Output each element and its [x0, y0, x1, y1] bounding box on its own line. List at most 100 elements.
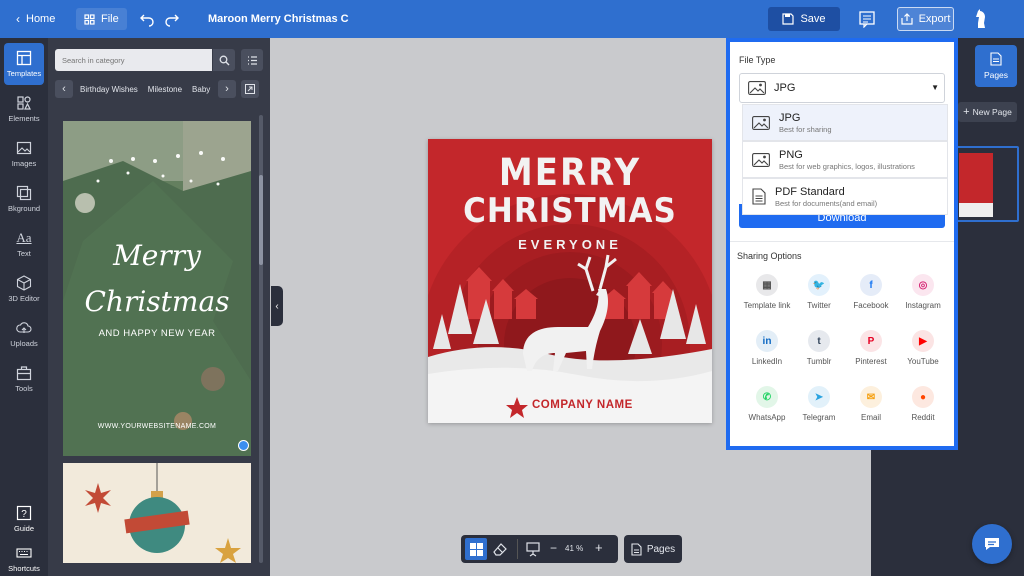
left-rail: Templates Elements Images Bkground Aa Te…	[0, 38, 48, 576]
comments-icon[interactable]	[858, 10, 876, 33]
design-everyone[interactable]: EVERYONE	[428, 237, 712, 252]
zoom-level[interactable]: 41 %	[565, 544, 583, 553]
rail-item-background[interactable]: Bkground	[0, 178, 48, 220]
option-title: PDF Standard	[775, 186, 877, 198]
chip-milestone[interactable]: Milestone	[148, 85, 182, 94]
card1-title-line2: Christmas	[63, 285, 251, 318]
rail-item-text[interactable]: Aa Text	[0, 223, 48, 265]
file-menu-button[interactable]: File	[76, 8, 127, 30]
image-file-icon	[748, 81, 766, 95]
rail-item-elements[interactable]: Elements	[0, 88, 48, 130]
redo-icon[interactable]	[164, 11, 180, 32]
shortcuts-button[interactable]: Shortcuts	[0, 538, 48, 576]
share-pinterest-button[interactable]: PPinterest	[841, 330, 901, 380]
design-merry[interactable]: MERRY	[428, 151, 712, 195]
search-button[interactable]	[213, 49, 235, 71]
pages-toggle-button[interactable]: Pages	[624, 535, 682, 563]
share-label: Pinterest	[855, 357, 887, 366]
share-telegram-button[interactable]: ➤Telegram	[789, 386, 849, 436]
chips-next-button[interactable]: ›	[218, 80, 236, 98]
home-button[interactable]: ‹ Home	[16, 12, 55, 26]
images-icon	[16, 140, 32, 156]
document-title[interactable]: Maroon Merry Christmas C	[208, 13, 349, 25]
share-label: YouTube	[907, 357, 938, 366]
rail-item-images[interactable]: Images	[0, 133, 48, 175]
save-button[interactable]: Save	[768, 7, 840, 31]
design-christmas[interactable]: CHRISTMAS	[428, 191, 712, 231]
share-linkedin-button[interactable]: inLinkedIn	[737, 330, 797, 380]
design-company-name[interactable]: COMPANY NAME	[532, 399, 652, 411]
collapse-panel-button[interactable]: ‹	[271, 286, 283, 326]
chips-prev-button[interactable]: ‹	[55, 80, 73, 98]
guide-label: Guide	[14, 524, 34, 533]
template-card-merry-christmas[interactable]: Merry Christmas AND HAPPY NEW YEAR WWW.Y…	[63, 121, 251, 456]
new-page-button[interactable]: + New Page	[958, 102, 1017, 122]
chip-baby[interactable]: Baby	[192, 85, 210, 94]
chip-birthday-wishes[interactable]: Birthday Wishes	[80, 85, 138, 94]
elements-icon	[16, 95, 32, 111]
zoom-in-button[interactable]: +	[595, 540, 603, 555]
rail-item-templates[interactable]: Templates	[4, 43, 44, 85]
background-icon	[16, 185, 32, 201]
search-input[interactable]	[55, 49, 212, 71]
sharing-options-label: Sharing Options	[737, 251, 802, 261]
option-subtitle: Best for documents(and email)	[775, 199, 877, 208]
document-icon	[752, 188, 766, 205]
file-label: File	[101, 13, 119, 25]
share-facebook-button[interactable]: fFacebook	[841, 274, 901, 324]
share-whatsapp-button[interactable]: ✆WhatsApp	[737, 386, 797, 436]
template-scrollbar[interactable]	[259, 115, 263, 563]
template-link-icon: ▦	[756, 274, 778, 296]
share-template-link-button[interactable]: ▦ Template link	[737, 274, 797, 324]
premium-badge-icon	[238, 440, 249, 451]
image-file-icon	[752, 116, 770, 130]
share-email-button[interactable]: ✉ Email	[841, 386, 901, 436]
tumblr-icon: t	[808, 330, 830, 352]
rail-item-3d-editor[interactable]: 3D Editor	[0, 268, 48, 310]
export-panel: File Type JPG ▼ Download JPGBest for sha…	[726, 38, 958, 450]
email-icon: ✉	[860, 386, 882, 408]
share-youtube-button[interactable]: ▶YouTube	[893, 330, 953, 380]
share-label: Facebook	[853, 301, 888, 310]
rail-label: 3D Editor	[8, 294, 39, 303]
template-card-ornament[interactable]	[63, 463, 251, 563]
rail-item-uploads[interactable]: Uploads	[0, 313, 48, 355]
zoom-out-button[interactable]: −	[550, 541, 557, 555]
new-page-label: New Page	[973, 107, 1012, 117]
pages-tab[interactable]: Pages	[975, 45, 1017, 87]
grid-icon	[84, 14, 95, 25]
file-type-option-pdf[interactable]: PDF StandardBest for documents(and email…	[742, 178, 948, 215]
page-thumbnail-image	[959, 153, 993, 217]
list-view-button[interactable]	[241, 49, 263, 71]
file-type-select[interactable]: JPG ▼	[739, 73, 945, 103]
chess-knight-icon[interactable]	[974, 8, 988, 35]
undo-icon[interactable]	[139, 11, 155, 32]
page-thumbnail-1[interactable]	[951, 146, 1019, 222]
tools-icon	[16, 365, 32, 381]
expand-button[interactable]	[241, 80, 259, 98]
share-tumblr-button[interactable]: tTumblr	[789, 330, 849, 380]
eraser-icon[interactable]	[492, 541, 508, 562]
chevron-left-icon: ‹	[62, 83, 66, 95]
rail-item-tools[interactable]: Tools	[0, 358, 48, 400]
export-button[interactable]: Export	[897, 7, 954, 31]
share-label: Email	[861, 413, 881, 422]
card1-subtitle: AND HAPPY NEW YEAR	[63, 328, 251, 339]
share-twitter-button[interactable]: 🐦Twitter	[789, 274, 849, 324]
share-reddit-button[interactable]: ●Reddit	[893, 386, 953, 436]
design-page[interactable]: MERRY CHRISTMAS EVERYONE COMPANY NAME	[428, 139, 712, 423]
guide-button[interactable]: ? Guide	[0, 498, 48, 540]
share-label: WhatsApp	[749, 413, 786, 422]
grid-view-button[interactable]	[465, 538, 487, 560]
chat-icon	[983, 536, 1001, 552]
share-label: Template link	[744, 301, 791, 310]
sharing-grid: ▦ Template link🐦TwitterfFacebook◎Instagra…	[730, 270, 954, 440]
chat-support-button[interactable]	[972, 524, 1012, 564]
share-label: Instagram	[905, 301, 941, 310]
present-icon[interactable]	[525, 541, 541, 562]
file-type-option-png[interactable]: PNGBest for web graphics, logos, illustr…	[742, 141, 948, 178]
reddit-icon: ●	[912, 386, 934, 408]
linkedin-icon: in	[756, 330, 778, 352]
file-type-option-jpg[interactable]: JPGBest for sharing	[742, 104, 948, 141]
share-instagram-button[interactable]: ◎Instagram	[893, 274, 953, 324]
